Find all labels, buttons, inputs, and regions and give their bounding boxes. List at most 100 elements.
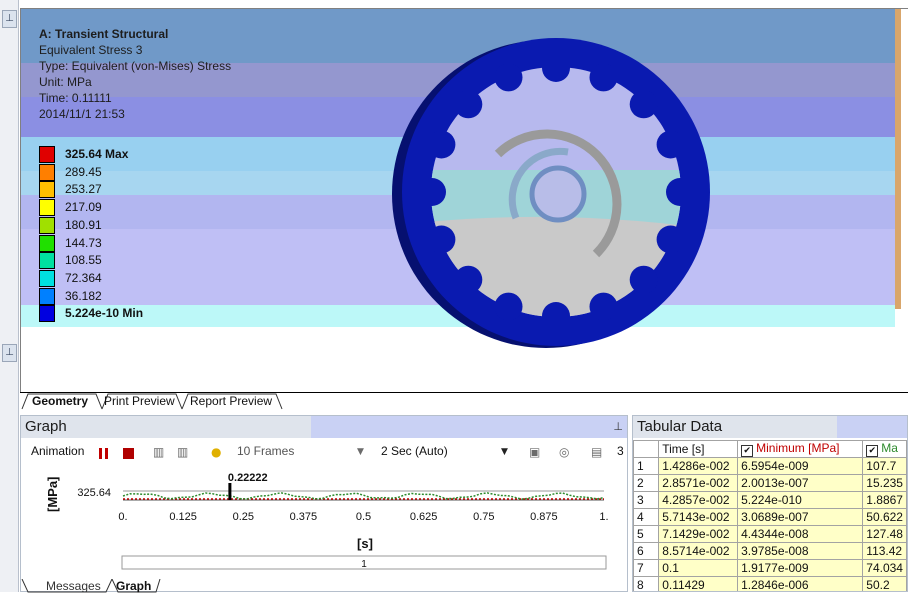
duration-dropdown[interactable]: 2 Sec (Auto)	[381, 444, 448, 458]
stop-icon[interactable]	[123, 448, 134, 459]
gear-tooth	[454, 90, 483, 119]
table-row[interactable]: 5 7.1429e-002 4.4344e-008 127.48	[633, 525, 907, 543]
result-date: 2014/11/1 21:53	[39, 107, 125, 121]
table-row[interactable]: 8 0.11429 1.2846e-006 50.2	[633, 576, 907, 591]
column-header-maximum[interactable]: Ma	[881, 442, 898, 456]
graphics-viewport[interactable]: A: Transient Structural Equivalent Stres…	[20, 8, 908, 393]
left-panel-strip: ⊥ ⊥	[0, 0, 19, 592]
time-cell: 2.8571e-002	[658, 474, 739, 492]
column-header-time[interactable]: Time [s]	[658, 440, 739, 458]
pin-icon[interactable]: ⊥	[2, 344, 17, 362]
minimum-cell: 2.0013e-007	[737, 474, 864, 492]
chevron-down-icon[interactable]: ▼	[357, 445, 364, 459]
view-tabs: Geometry Print Preview Report Preview	[20, 392, 908, 410]
play-export-icon[interactable]: ◎	[559, 445, 569, 459]
next-frame-icon[interactable]: ▥	[177, 445, 188, 459]
table-row[interactable]: 2 2.8571e-002 2.0013e-007 15.235	[633, 474, 907, 492]
x-tick-label: 0.375	[290, 511, 318, 523]
tab-report-preview[interactable]: Report Preview	[178, 393, 276, 409]
legend-label[interactable]: 36.182	[65, 289, 102, 303]
checkbox[interactable]: ✔	[866, 445, 879, 457]
checkbox[interactable]: ✔	[741, 445, 754, 457]
pin-icon[interactable]: ⊥	[2, 10, 17, 28]
table-row[interactable]: 3 4.2857e-002 5.224e-010 1.8867	[633, 491, 907, 509]
table-row[interactable]: 7 0.1 1.9177e-009 74.034	[633, 559, 907, 577]
legend-row: 72.364	[39, 269, 179, 288]
tab-graph[interactable]: Graph	[116, 579, 151, 593]
gear-tooth	[454, 265, 483, 294]
chart-icon[interactable]: ▤	[591, 445, 602, 459]
gear-tooth	[494, 292, 523, 321]
time-marker[interactable]	[228, 483, 232, 500]
chevron-down-icon[interactable]: ▼	[501, 445, 508, 459]
gear-model	[392, 38, 710, 348]
gear-tooth	[427, 130, 456, 159]
table-row[interactable]: 6 8.5714e-002 3.9785e-008 113.42	[633, 542, 907, 560]
table-header-row: Time [s] ✔ Minimum [MPa] ✔ Ma	[633, 440, 907, 458]
legend-swatch[interactable]	[39, 199, 55, 217]
x-tick-label: 0.75	[473, 511, 494, 523]
lightbulb-icon[interactable]: ●	[211, 445, 221, 459]
legend-swatch[interactable]	[39, 163, 55, 181]
legend-swatch[interactable]	[39, 146, 55, 163]
column-header-minimum[interactable]: Minimum [MPa]	[756, 442, 839, 456]
legend-label[interactable]: 144.73	[65, 236, 102, 250]
legend-swatch[interactable]	[39, 181, 55, 199]
legend-row: 180.91	[39, 216, 179, 235]
distributed-icon[interactable]: ▣	[529, 445, 540, 459]
row-number: 6	[633, 542, 660, 560]
legend-label[interactable]: 180.91	[65, 218, 102, 232]
legend-row: 108.55	[39, 252, 179, 270]
legend-swatch[interactable]	[39, 252, 55, 270]
stress-graph[interactable]: [MPa] 325.64 0.22222 0. 0.125 0.25 0.375 0.5…	[21, 464, 627, 592]
legend-label[interactable]: 5.224e-10 Min	[65, 306, 143, 320]
table-row[interactable]: 4 5.7143e-002 3.0689e-007 50.622	[633, 508, 907, 526]
time-cell: 8.5714e-002	[658, 542, 739, 560]
legend-label[interactable]: 289.45	[65, 165, 102, 179]
legend-swatch[interactable]	[39, 234, 55, 252]
legend-swatch[interactable]	[39, 305, 55, 323]
legend-label[interactable]: 108.55	[65, 253, 102, 267]
time-cell: 5.7143e-002	[658, 508, 739, 526]
minimum-cell: 1.2846e-006	[737, 576, 864, 591]
result-name: Equivalent Stress 3	[39, 43, 143, 57]
tab-print-preview[interactable]: Print Preview	[92, 393, 179, 409]
tab-geometry[interactable]: Geometry	[20, 393, 92, 409]
row-number: 2	[633, 474, 660, 492]
legend-label[interactable]: 72.364	[65, 271, 102, 285]
x-tick-label: 0.125	[169, 511, 197, 523]
time-cell: 0.1	[658, 559, 739, 577]
frames-dropdown[interactable]: 10 Frames	[237, 444, 294, 458]
legend-swatch[interactable]	[39, 269, 55, 287]
toolbar-overflow: 3	[617, 444, 624, 458]
previous-frame-icon[interactable]: ▥	[153, 445, 164, 459]
animation-label: Animation	[31, 444, 85, 458]
row-number: 4	[633, 508, 660, 526]
legend-label[interactable]: 217.09	[65, 200, 102, 214]
maximum-cell: 15.235	[862, 474, 907, 492]
gear-tooth	[427, 225, 456, 254]
row-number-header	[633, 440, 660, 458]
legend-swatch[interactable]	[39, 287, 55, 305]
row-number: 3	[633, 491, 660, 509]
maximum-cell: 127.48	[862, 525, 907, 543]
bottom-tabs: Messages Graph	[20, 579, 628, 593]
legend-swatch[interactable]	[39, 216, 55, 234]
legend-row: 289.45	[39, 163, 179, 182]
graph-title: Graph	[25, 418, 67, 435]
tabular-data-table: Time [s] ✔ Minimum [MPa] ✔ Ma 1 1.4286e-002 6.5…	[633, 440, 907, 591]
legend-label[interactable]: 325.64 Max	[65, 147, 128, 161]
legend-row: 144.73	[39, 234, 179, 253]
tab-messages[interactable]: Messages	[46, 579, 101, 593]
gear-tooth	[418, 178, 446, 206]
legend-label[interactable]: 253.27	[65, 182, 102, 196]
gear-tooth	[629, 90, 658, 119]
result-time: Time: 0.11111	[39, 91, 112, 105]
row-number: 7	[633, 559, 660, 577]
analysis-title: A: Transient Structural	[39, 27, 169, 41]
table-row[interactable]: 1 1.4286e-002 6.5954e-009 107.7	[633, 457, 907, 475]
tabular-data-panel: Tabular Data Time [s] ✔ Minimum [MPa] ✔ Ma 1 1…	[632, 415, 908, 592]
pause-icon[interactable]	[99, 448, 102, 459]
legend-row: 36.182	[39, 287, 179, 306]
pin-icon[interactable]: ⊥	[613, 420, 623, 433]
